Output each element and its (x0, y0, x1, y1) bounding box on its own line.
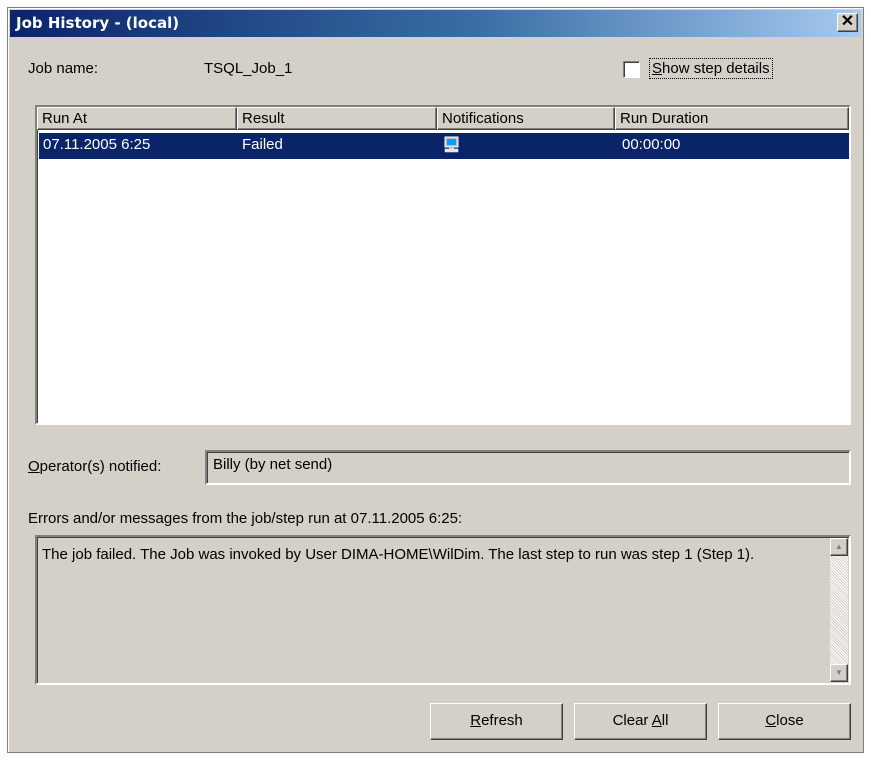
duration-cell: 00:00:00 (622, 136, 681, 153)
close-icon: ✕ (840, 13, 855, 30)
messages-textarea[interactable]: The job failed. The Job was invoked by U… (35, 535, 851, 685)
clear-all-label-rest: ll (661, 712, 669, 729)
show-step-details-text: how step details (662, 60, 770, 77)
column-header-run-duration[interactable]: Run Duration (615, 107, 849, 130)
job-history-list[interactable]: Run At Result Notifications Run Duration… (35, 105, 851, 425)
close-window-button[interactable]: ✕ (837, 13, 858, 32)
run-at-cell: 07.11.2005 6:25 (43, 136, 151, 153)
clear-all-button[interactable]: Clear All (574, 703, 707, 740)
messages-label: Errors and/or messages from the job/step… (28, 510, 463, 527)
operators-label-rest: perator(s) notified: (39, 458, 162, 475)
operators-notified-label: Operator(s) notified: (28, 458, 161, 475)
list-header: Run At Result Notifications Run Duration (37, 107, 849, 130)
show-step-details-label[interactable]: Show step details (649, 58, 773, 79)
operators-notified-value: Billy (by net send) (213, 456, 333, 473)
clear-all-label-start: Clear (612, 712, 652, 729)
job-history-dialog: Job History - (local) ✕ Job name: TSQL_J… (7, 7, 864, 753)
refresh-label-rest: efresh (481, 712, 523, 729)
title-bar[interactable]: Job History - (local) ✕ (10, 10, 861, 37)
close-label-rest: lose (776, 712, 804, 729)
column-header-notifications[interactable]: Notifications (437, 107, 615, 130)
scroll-up-button[interactable]: ▲ (830, 538, 848, 556)
column-header-result[interactable]: Result (237, 107, 437, 130)
job-name-value: TSQL_Job_1 (204, 60, 293, 77)
operators-notified-field[interactable]: Billy (by net send) (205, 450, 851, 485)
messages-scrollbar[interactable]: ▲ ▼ (830, 538, 848, 682)
clear-all-mnemonic: A (651, 712, 662, 729)
column-header-run-at[interactable]: Run At (37, 107, 237, 130)
scroll-down-button[interactable]: ▼ (830, 664, 848, 682)
messages-text: The job failed. The Job was invoked by U… (42, 546, 755, 563)
refresh-button[interactable]: Refresh (430, 703, 563, 740)
job-name-label: Job name: (28, 60, 99, 77)
computer-net-send-icon (444, 136, 459, 153)
table-row[interactable]: 07.11.2005 6:25 Failed 00:00:00 (39, 133, 849, 159)
scroll-up-arrow-icon: ▲ (835, 542, 843, 551)
refresh-mnemonic: R (470, 712, 482, 729)
result-cell: Failed (242, 136, 283, 153)
show-step-details-checkbox[interactable] (623, 61, 640, 78)
window-title: Job History - (local) (16, 14, 180, 32)
show-step-details-mnemonic: S (652, 60, 663, 77)
close-button[interactable]: Close (718, 703, 851, 740)
close-mnemonic: C (765, 712, 777, 729)
scroll-down-arrow-icon: ▼ (835, 668, 843, 677)
operators-mnemonic: O (28, 458, 40, 475)
